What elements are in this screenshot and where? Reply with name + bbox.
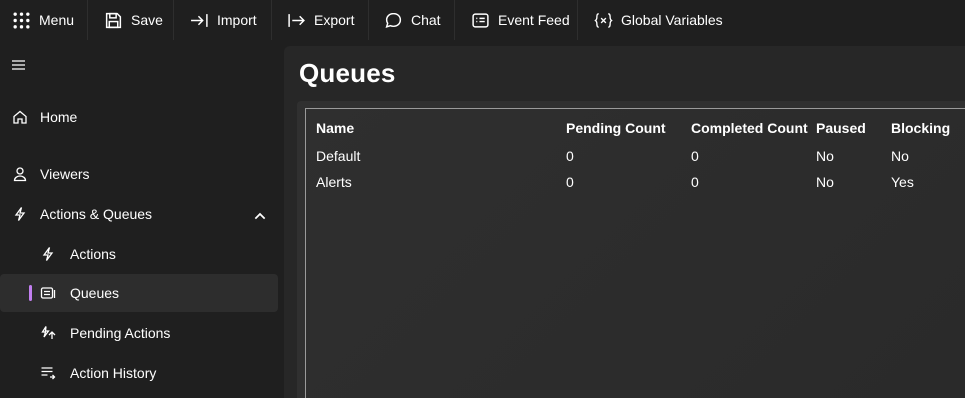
global-variables-label: Global Variables: [621, 12, 723, 28]
save-label: Save: [131, 12, 163, 28]
queues-table[interactable]: Name Pending Count Completed Count Pause…: [305, 108, 965, 398]
cell-blocking: Yes: [891, 174, 914, 190]
menu-button[interactable]: Menu: [0, 0, 88, 40]
queue-icon: [40, 285, 56, 301]
sidebar-item-label: Actions & Queues: [40, 206, 153, 222]
event-feed-label: Event Feed: [498, 12, 570, 28]
chevron-up-icon[interactable]: [252, 208, 266, 220]
import-button[interactable]: Import: [174, 0, 272, 40]
sidebar-item-actions-queues[interactable]: Actions & Queues: [0, 195, 285, 233]
column-header-name[interactable]: Name: [316, 120, 354, 136]
person-icon: [12, 166, 28, 182]
sidebar-item-action-history[interactable]: Action History: [0, 354, 285, 392]
cell-completed-count: 0: [691, 148, 699, 164]
global-variables-button[interactable]: Global Variables: [578, 0, 737, 40]
cell-paused: No: [816, 148, 834, 164]
flash-icon: [12, 206, 28, 222]
save-button[interactable]: Save: [88, 0, 174, 40]
cell-paused: No: [816, 174, 834, 190]
chat-label: Chat: [411, 12, 441, 28]
sidebar-item-home[interactable]: Home: [0, 98, 285, 136]
sidebar-item-label: Actions: [70, 246, 116, 262]
top-toolbar: Menu Save Import Export Chat Event Feed …: [0, 0, 965, 40]
sidebar-item-queues[interactable]: Queues: [0, 274, 278, 312]
sidebar-item-viewers[interactable]: Viewers: [0, 155, 285, 193]
event-feed-icon: [471, 11, 490, 30]
sidebar-item-label: Queues: [70, 285, 120, 301]
export-label: Export: [314, 12, 355, 28]
column-header-paused[interactable]: Paused: [816, 120, 866, 136]
sidebar-item-pending-actions[interactable]: Pending Actions: [0, 314, 285, 352]
column-header-completed-count[interactable]: Completed Count: [691, 120, 808, 136]
cell-completed-count: 0: [691, 174, 699, 190]
export-button[interactable]: Export: [272, 0, 369, 40]
cell-name: Alerts: [316, 174, 352, 190]
app-grid-icon: [12, 11, 31, 30]
sidebar-item-actions[interactable]: Actions: [0, 235, 285, 273]
cell-pending-count: 0: [566, 174, 574, 190]
home-icon: [12, 109, 28, 125]
cell-name: Default: [316, 148, 361, 164]
history-list-icon: [40, 365, 56, 381]
export-icon: [287, 11, 306, 30]
flash-icon: [40, 246, 56, 262]
save-icon: [104, 11, 123, 30]
cell-blocking: No: [891, 148, 909, 164]
cell-pending-count: 0: [566, 148, 574, 164]
chat-button[interactable]: Chat: [369, 0, 455, 40]
sidebar-item-label: Action History: [70, 365, 157, 381]
sidebar-item-label: Home: [40, 109, 78, 125]
pending-actions-icon: [40, 325, 56, 341]
selection-indicator: [29, 285, 32, 301]
import-icon: [190, 11, 209, 30]
sidebar-item-label: Pending Actions: [70, 325, 171, 341]
queues-panel: Name Pending Count Completed Count Pause…: [297, 101, 965, 398]
column-header-blocking[interactable]: Blocking: [891, 120, 950, 136]
menu-label: Menu: [39, 12, 75, 28]
import-label: Import: [217, 12, 257, 28]
variable-icon: [594, 11, 613, 30]
sidebar: Home Viewers Actions & Queues Actions Qu…: [0, 40, 285, 398]
page-title: Queues: [299, 58, 396, 88]
chat-icon: [384, 11, 403, 30]
event-feed-button[interactable]: Event Feed: [455, 0, 578, 40]
hamburger-menu-icon[interactable]: [11, 58, 27, 72]
column-header-pending-count[interactable]: Pending Count: [566, 120, 666, 136]
sidebar-item-label: Viewers: [40, 166, 90, 182]
main-content: Queues Name Pending Count Completed Coun…: [284, 46, 965, 398]
